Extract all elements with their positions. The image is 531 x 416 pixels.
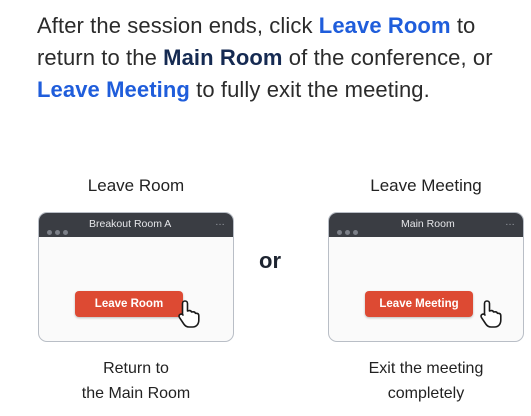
- caption-line-2: the Main Room: [81, 385, 191, 402]
- or-separator: or: [259, 248, 281, 273]
- window-dots-icon: [47, 222, 71, 235]
- window-dots-icon: [337, 222, 361, 235]
- window-titlebar: Main Room …: [329, 213, 523, 237]
- pointer-cursor-icon: [178, 300, 200, 328]
- window-title: Breakout Room A: [89, 218, 172, 230]
- leave-meeting-caption: Exit the meeting completely: [341, 356, 511, 406]
- leave-meeting-emphasis: Leave Meeting: [37, 77, 190, 102]
- intro-part-3: of the conference, or: [282, 45, 493, 70]
- leave-room-heading: Leave Room: [87, 176, 185, 195]
- more-options-icon[interactable]: …: [505, 217, 516, 228]
- main-room-emphasis: Main Room: [163, 45, 283, 70]
- caption-line-1: Return to: [103, 360, 169, 377]
- leave-room-emphasis: Leave Room: [318, 13, 451, 38]
- breakout-room-window: Breakout Room A … Leave Room: [38, 212, 234, 342]
- leave-room-caption: Return to the Main Room: [51, 356, 221, 406]
- leave-meeting-button[interactable]: Leave Meeting: [365, 291, 473, 317]
- more-options-icon[interactable]: …: [215, 217, 226, 228]
- intro-part-1: After the session ends, click: [37, 13, 319, 38]
- window-title: Main Room: [401, 218, 455, 230]
- caption-line-1: Exit the meeting: [368, 360, 484, 377]
- intro-part-4: to fully exit the meeting.: [189, 77, 430, 102]
- window-titlebar: Breakout Room A …: [39, 213, 233, 237]
- leave-room-button[interactable]: Leave Room: [75, 291, 183, 317]
- intro-text: After the session ends, click Leave Room…: [37, 10, 517, 106]
- slide: After the session ends, click Leave Room…: [0, 0, 531, 416]
- caption-line-2: completely: [387, 385, 465, 402]
- pointer-cursor-icon: [480, 300, 502, 328]
- leave-meeting-heading: Leave Meeting: [370, 176, 482, 195]
